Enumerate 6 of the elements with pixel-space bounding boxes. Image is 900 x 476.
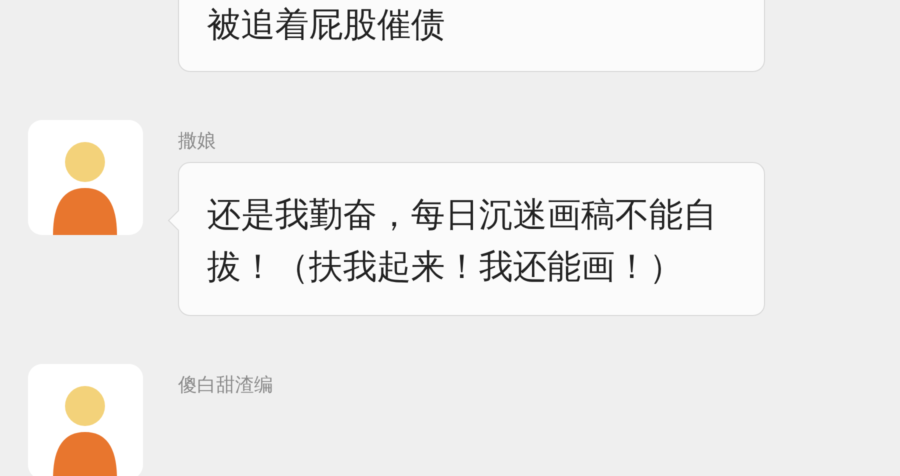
message-text: 被追着屁股催债 (207, 4, 446, 47)
message-text: 还是我勤奋，每日沉迷画稿不能自拔！（扶我起来！我还能画！） (207, 194, 718, 289)
sender-name: 傻白甜渣编 (178, 373, 274, 398)
avatar[interactable] (28, 364, 143, 476)
sender-name: 撒娘 (178, 129, 217, 154)
avatar[interactable] (28, 120, 143, 235)
